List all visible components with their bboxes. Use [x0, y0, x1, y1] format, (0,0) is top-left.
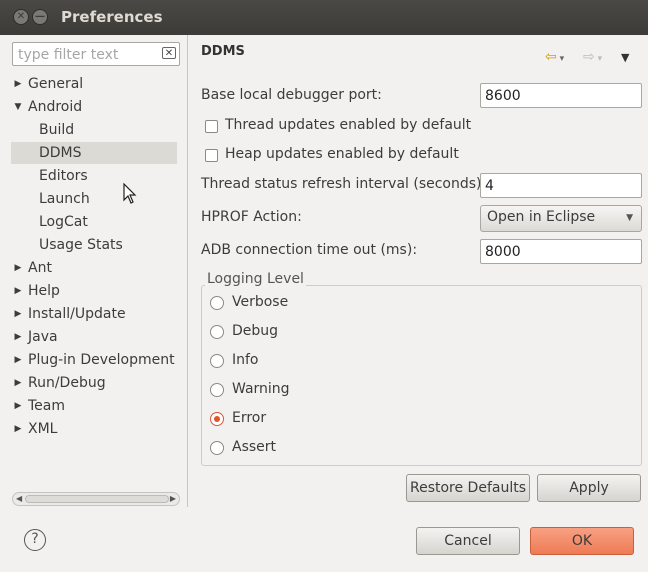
- radio-label-verbose: Verbose: [232, 294, 289, 310]
- tree-item-team[interactable]: ▶ Team: [15, 395, 66, 417]
- thread-updates-checkbox[interactable]: [205, 120, 218, 133]
- radio-label-info: Info: [232, 352, 259, 368]
- radio-label-debug: Debug: [232, 323, 279, 339]
- hprof-action-label: HPROF Action:: [201, 209, 302, 225]
- scrollbar-thumb[interactable]: [25, 495, 169, 503]
- tree-item-editors[interactable]: Editors: [39, 165, 88, 187]
- hprof-action-value: Open in Eclipse: [487, 209, 596, 225]
- radio-info[interactable]: [210, 354, 224, 368]
- radio-warning[interactable]: [210, 383, 224, 397]
- expand-arrow-icon[interactable]: ▶: [12, 280, 24, 302]
- forward-arrow-icon[interactable]: ⇨ ▾: [583, 49, 602, 65]
- hprof-action-dropdown[interactable]: Open in Eclipse ▼: [480, 205, 642, 232]
- tree-item-ddms[interactable]: DDMS: [11, 142, 177, 164]
- tree-item-label: Help: [28, 283, 60, 299]
- help-icon[interactable]: ?: [24, 529, 46, 551]
- expand-arrow-icon[interactable]: ▶: [12, 395, 24, 417]
- apply-button[interactable]: Apply: [537, 474, 641, 502]
- radio-label-error: Error: [232, 410, 267, 426]
- view-menu-icon[interactable]: ▼: [621, 51, 629, 64]
- radio-verbose[interactable]: [210, 296, 224, 310]
- radio-assert[interactable]: [210, 441, 224, 455]
- chevron-down-icon: ▼: [626, 213, 633, 223]
- expand-arrow-icon[interactable]: ▶: [12, 257, 24, 279]
- title-bar: ✕ — Preferences: [0, 0, 648, 35]
- tree-item-install-update[interactable]: ▶ Install/Update: [15, 303, 126, 325]
- scroll-left-icon[interactable]: ◀: [16, 493, 22, 505]
- tree-item-label: XML: [28, 421, 58, 437]
- tree-item-label: Usage Stats: [39, 237, 123, 253]
- heap-updates-label: Heap updates enabled by default: [225, 146, 459, 162]
- radio-debug[interactable]: [210, 325, 224, 339]
- radio-error[interactable]: [210, 412, 224, 426]
- tree-item-run-debug[interactable]: ▶ Run/Debug: [15, 372, 106, 394]
- tree-item-label: Team: [28, 398, 66, 414]
- tree-horizontal-scrollbar[interactable]: ◀ ▶: [12, 492, 180, 506]
- tree-item-label: Ant: [28, 260, 52, 276]
- radio-label-warning: Warning: [232, 381, 290, 397]
- scroll-right-icon[interactable]: ▶: [170, 493, 176, 505]
- logging-level-title: Logging Level: [205, 271, 306, 287]
- back-arrow-icon[interactable]: ⇦ ▾: [545, 49, 564, 65]
- expand-arrow-icon[interactable]: ▶: [12, 418, 24, 440]
- expand-arrow-icon[interactable]: ▶: [12, 326, 24, 348]
- minimize-icon[interactable]: —: [32, 9, 48, 25]
- tree-item-label: Editors: [39, 168, 88, 184]
- cancel-button[interactable]: Cancel: [416, 527, 520, 555]
- debugger-port-label: Base local debugger port:: [201, 87, 382, 103]
- thread-refresh-input[interactable]: [480, 173, 642, 198]
- thread-refresh-label: Thread status refresh interval (seconds)…: [201, 176, 487, 192]
- tree-item-java[interactable]: ▶ Java: [15, 326, 58, 348]
- tree-item-xml[interactable]: ▶ XML: [15, 418, 58, 440]
- adb-timeout-label: ADB connection time out (ms):: [201, 242, 418, 258]
- expand-arrow-icon[interactable]: ▶: [12, 349, 24, 371]
- tree-item-plugin-development[interactable]: ▶ Plug-in Development: [15, 349, 175, 371]
- tree-item-label: Android: [28, 99, 83, 115]
- mouse-cursor-icon: [123, 183, 137, 204]
- expand-arrow-icon[interactable]: ▶: [12, 73, 24, 95]
- window-title: Preferences: [61, 8, 163, 26]
- close-icon[interactable]: ✕: [13, 9, 29, 25]
- radio-label-assert: Assert: [232, 439, 277, 455]
- ok-button[interactable]: OK: [530, 527, 634, 555]
- tree-item-label: LogCat: [39, 214, 88, 230]
- tree-item-label: Build: [39, 122, 75, 138]
- debugger-port-input[interactable]: [480, 83, 642, 108]
- tree-item-logcat[interactable]: LogCat: [39, 211, 88, 233]
- dialog-footer: ? Cancel OK: [0, 507, 648, 572]
- tree-item-label: General: [28, 76, 84, 92]
- tree-item-ant[interactable]: ▶ Ant: [15, 257, 52, 279]
- preferences-tree-panel: ✕ ▶ General ▼ Android Build DDMS Editors…: [5, 35, 188, 507]
- filter-field[interactable]: ✕: [12, 42, 180, 66]
- tree-item-build[interactable]: Build: [39, 119, 74, 141]
- tree-item-label: Plug-in Development: [28, 352, 175, 368]
- tree-item-android[interactable]: ▼ Android: [15, 96, 83, 118]
- expand-arrow-icon[interactable]: ▶: [12, 372, 24, 394]
- tree-item-label: Launch: [39, 191, 90, 207]
- tree-item-label: Java: [28, 329, 58, 345]
- adb-timeout-input[interactable]: [480, 239, 642, 264]
- collapse-arrow-icon[interactable]: ▼: [12, 96, 24, 118]
- clear-filter-icon[interactable]: ✕: [162, 47, 176, 59]
- filter-input[interactable]: [16, 44, 156, 66]
- tree-item-label: Run/Debug: [28, 375, 106, 391]
- expand-arrow-icon[interactable]: ▶: [12, 303, 24, 325]
- tree-item-usage-stats[interactable]: Usage Stats: [39, 234, 123, 256]
- tree-item-label: DDMS: [39, 145, 82, 161]
- page-title: DDMS: [201, 44, 245, 59]
- tree-item-help[interactable]: ▶ Help: [15, 280, 60, 302]
- restore-defaults-button[interactable]: Restore Defaults: [406, 474, 530, 502]
- thread-updates-label: Thread updates enabled by default: [225, 117, 472, 133]
- tree-item-label: Install/Update: [28, 306, 126, 322]
- tree-item-launch[interactable]: Launch: [39, 188, 90, 210]
- tree-item-general[interactable]: ▶ General: [15, 73, 84, 95]
- preference-page: DDMS ⇦ ▾ ⇨ ▾ ▼ Base local debugger port:…: [188, 35, 648, 507]
- heap-updates-checkbox[interactable]: [205, 149, 218, 162]
